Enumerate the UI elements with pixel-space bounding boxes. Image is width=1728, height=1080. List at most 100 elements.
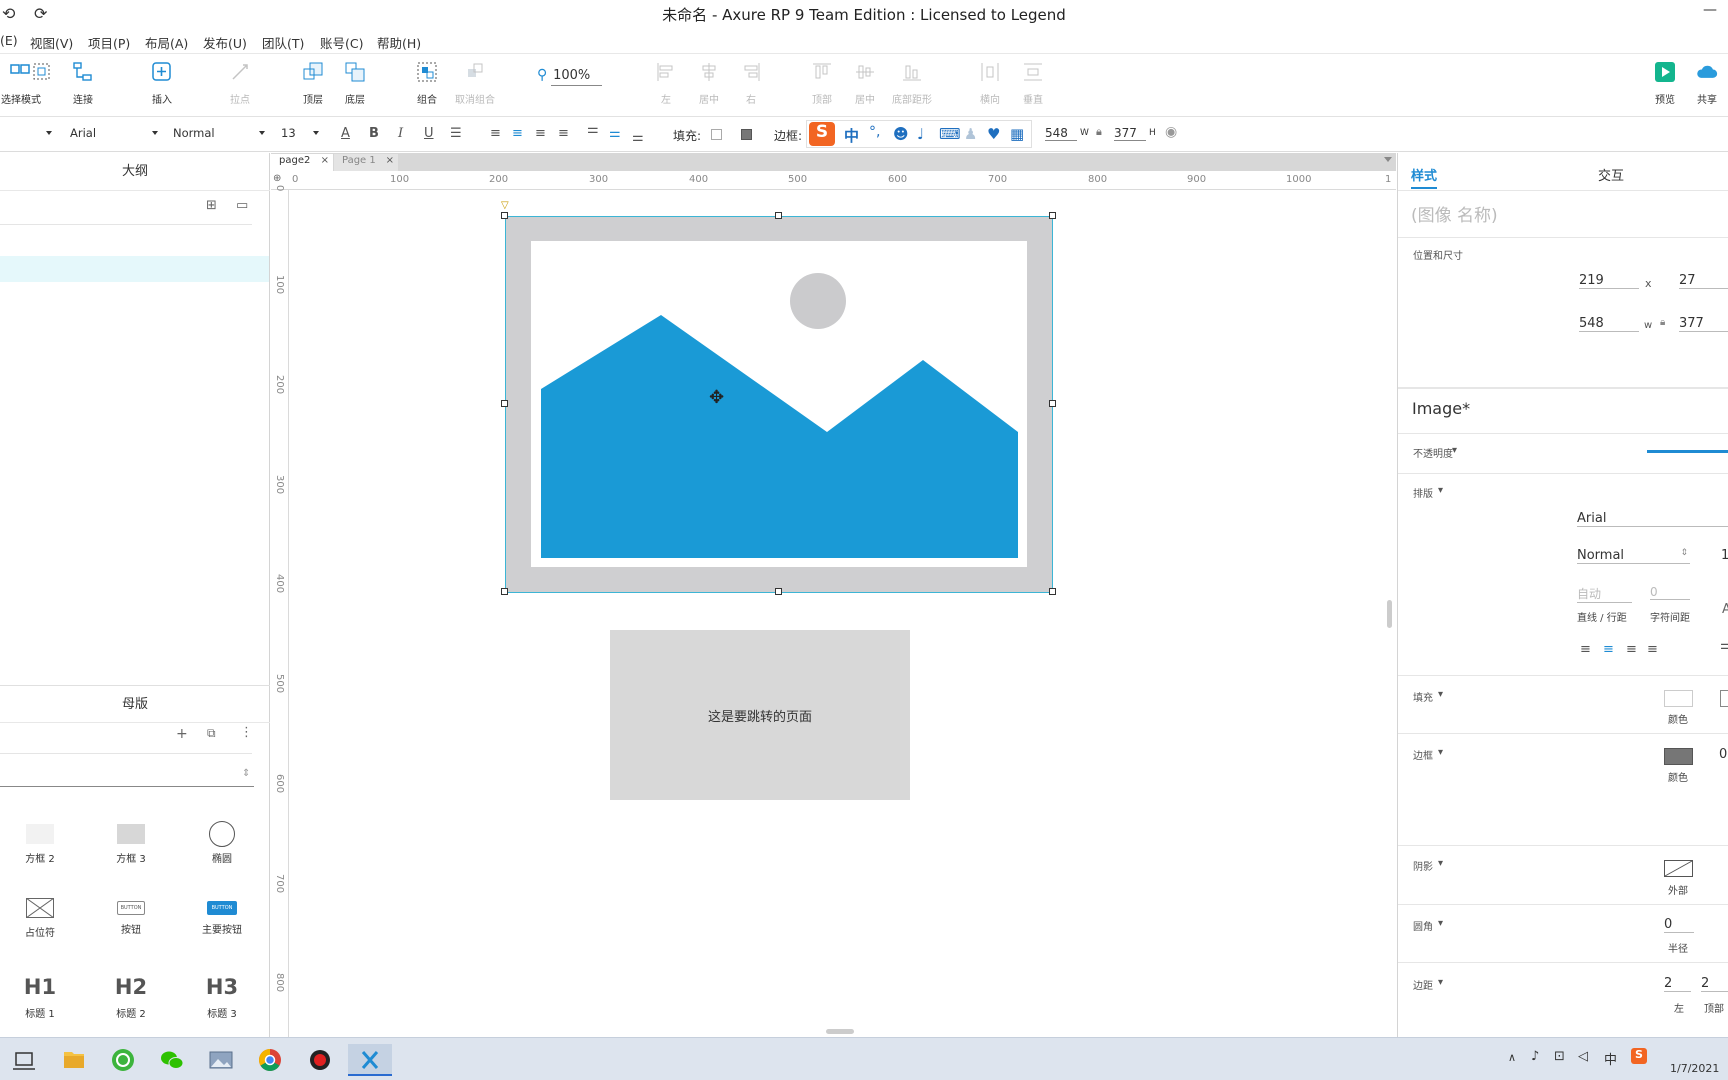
tab-page2[interactable]: page2 × bbox=[271, 154, 333, 171]
point-button[interactable]: 拉点 bbox=[215, 61, 265, 106]
ime-lang-toggle[interactable]: 中 bbox=[844, 125, 859, 146]
ime-mic-icon[interactable]: ♩ bbox=[917, 125, 924, 143]
border-width-field[interactable]: 0 bbox=[1719, 747, 1728, 762]
fill-shadow-swatch[interactable] bbox=[741, 129, 752, 140]
task-view-button[interactable] bbox=[2, 1044, 46, 1076]
add-folder-icon[interactable]: ▭ bbox=[236, 198, 248, 213]
lock-icon[interactable]: 🔒︎ bbox=[1096, 125, 1102, 139]
ime-menu-icon[interactable]: ▦ bbox=[1010, 125, 1024, 143]
bold-icon[interactable]: B bbox=[369, 126, 379, 141]
lock-icon[interactable]: 🔒︎ bbox=[1660, 317, 1665, 328]
ime-skin-icon[interactable]: ♥ bbox=[987, 125, 1000, 143]
rotate-handle-icon[interactable]: ▽ bbox=[501, 200, 509, 211]
group-button[interactable]: 组合 bbox=[402, 61, 452, 106]
widget-box-2[interactable]: 方框 2 bbox=[0, 824, 80, 865]
text-color-icon[interactable]: A bbox=[341, 126, 350, 141]
vertical-scrollbar[interactable] bbox=[1387, 600, 1392, 628]
align-text-right-icon[interactable]: ≡ bbox=[1626, 642, 1637, 657]
resize-handle[interactable] bbox=[501, 212, 508, 219]
rp-font-size[interactable]: 1 bbox=[1721, 548, 1728, 563]
recorder-button[interactable] bbox=[298, 1044, 342, 1076]
wechat-button[interactable] bbox=[150, 1044, 194, 1076]
widget-box-3[interactable]: 方框 3 bbox=[91, 824, 171, 865]
widget-button[interactable]: BUTTON 按钮 bbox=[91, 898, 171, 936]
y-field[interactable]: 27 bbox=[1679, 273, 1728, 289]
image-widget[interactable]: ▽ ✥ bbox=[501, 200, 1056, 595]
outline-selected-row[interactable] bbox=[0, 256, 269, 282]
rp-font-family[interactable]: Arial bbox=[1577, 511, 1728, 527]
resize-handle[interactable] bbox=[1049, 588, 1056, 595]
w-field[interactable]: 548 bbox=[1579, 316, 1639, 332]
tray-sogou-icon[interactable]: S bbox=[1631, 1048, 1647, 1064]
browser-360-button[interactable] bbox=[101, 1044, 145, 1076]
file-explorer-button[interactable] bbox=[52, 1044, 96, 1076]
radius-field[interactable]: 0 bbox=[1664, 917, 1694, 933]
rp-font-weight[interactable]: Normal ⇕ bbox=[1577, 548, 1690, 564]
x-field[interactable]: 219 bbox=[1579, 273, 1639, 289]
shadow-outer-swatch[interactable] bbox=[1664, 860, 1693, 877]
more-options-icon[interactable]: ⋮ bbox=[240, 725, 253, 740]
valign-middle-icon[interactable]: ⚌ bbox=[609, 126, 621, 141]
menu-help[interactable]: 帮助(H) bbox=[377, 33, 421, 52]
bullet-list-icon[interactable]: ☰ bbox=[450, 126, 462, 141]
master-folder-icon[interactable]: ⧉ bbox=[207, 726, 216, 741]
widget-name-input[interactable]: (图像 名称) bbox=[1411, 201, 1498, 226]
align-right-button[interactable]: 右 bbox=[726, 61, 776, 106]
align-text-center-icon[interactable]: ≡ bbox=[1603, 642, 1614, 657]
menu-edit[interactable]: (E) bbox=[0, 33, 18, 48]
ime-punct-toggle[interactable]: °, bbox=[869, 124, 880, 140]
text-color-icon[interactable]: A bbox=[1722, 602, 1728, 617]
distribute-vertical-button[interactable]: 垂直 bbox=[1008, 61, 1058, 106]
chrome-button[interactable] bbox=[248, 1044, 292, 1076]
valign-icon[interactable]: ⚌ bbox=[1720, 638, 1728, 653]
ungroup-button[interactable]: 取消组合 bbox=[450, 61, 500, 106]
tray-volume-icon[interactable]: ◁ bbox=[1578, 1049, 1588, 1064]
ime-user-icon[interactable]: ♟ bbox=[964, 125, 977, 143]
widget-heading-3[interactable]: H3 标题 3 bbox=[182, 975, 262, 1020]
resize-handle[interactable] bbox=[775, 212, 782, 219]
ime-emoji-icon[interactable]: ☻ bbox=[893, 125, 909, 143]
resize-handle[interactable] bbox=[501, 588, 508, 595]
tray-mic-icon[interactable]: ♪ bbox=[1531, 1049, 1539, 1064]
visibility-eye-icon[interactable]: ◉ bbox=[1165, 124, 1177, 140]
valign-top-icon[interactable]: ⚌ bbox=[587, 122, 599, 137]
font-size-select[interactable]: 13 bbox=[281, 126, 319, 140]
tabs-dropdown-icon[interactable] bbox=[1384, 157, 1392, 162]
axure-button[interactable] bbox=[348, 1044, 392, 1076]
font-weight-select[interactable]: Normal bbox=[173, 126, 265, 140]
image-viewer-button[interactable] bbox=[199, 1044, 243, 1076]
resize-handle[interactable] bbox=[1049, 212, 1056, 219]
widget-ellipse[interactable]: 椭圆 bbox=[182, 821, 262, 865]
horizontal-scrollbar[interactable] bbox=[826, 1029, 854, 1034]
fill-color-swatch[interactable] bbox=[1664, 690, 1693, 707]
resize-handle[interactable] bbox=[1049, 400, 1056, 407]
tab-interactions[interactable]: 交互 bbox=[1598, 165, 1624, 184]
opacity-slider[interactable] bbox=[1647, 450, 1728, 453]
italic-icon[interactable]: I bbox=[398, 126, 403, 141]
widget-placeholder[interactable]: 占位符 bbox=[0, 898, 80, 939]
tab-style[interactable]: 样式 bbox=[1411, 165, 1438, 189]
align-text-right-icon[interactable]: ≡ bbox=[535, 126, 546, 141]
target-page-box[interactable]: 这是要跳转的页面 bbox=[610, 630, 910, 800]
align-text-center-icon[interactable]: ≡ bbox=[512, 126, 523, 141]
height-field[interactable]: 377 bbox=[1114, 126, 1146, 141]
menu-account[interactable]: 账号(C) bbox=[320, 33, 363, 52]
menu-publish[interactable]: 发布(U) bbox=[203, 33, 247, 52]
font-family-select[interactable]: Arial bbox=[70, 126, 158, 140]
zoom-control[interactable]: ⚲ 100% bbox=[537, 67, 603, 86]
h-field[interactable]: 377 bbox=[1679, 316, 1728, 332]
align-text-justify-icon[interactable]: ≡ bbox=[1647, 642, 1658, 657]
width-field[interactable]: 548 bbox=[1045, 126, 1077, 141]
fill-image-swatch[interactable] bbox=[1720, 690, 1728, 707]
align-bottom-button[interactable]: 底部距形 bbox=[887, 61, 937, 106]
tray-clock[interactable]: 1/7/2021 bbox=[1670, 1062, 1719, 1075]
underline-icon[interactable]: U bbox=[424, 126, 434, 141]
resize-handle[interactable] bbox=[775, 588, 782, 595]
valign-bottom-icon[interactable]: ⚌ bbox=[632, 130, 644, 145]
padding-left-field[interactable]: 2 bbox=[1664, 976, 1691, 992]
border-color-swatch[interactable] bbox=[1664, 748, 1693, 765]
share-button[interactable]: 共享 bbox=[1682, 61, 1728, 106]
minimize-button[interactable]: — bbox=[1703, 2, 1717, 18]
insert-button[interactable]: 插入 bbox=[137, 61, 187, 106]
tray-network-icon[interactable]: ⊡ bbox=[1554, 1049, 1565, 1064]
